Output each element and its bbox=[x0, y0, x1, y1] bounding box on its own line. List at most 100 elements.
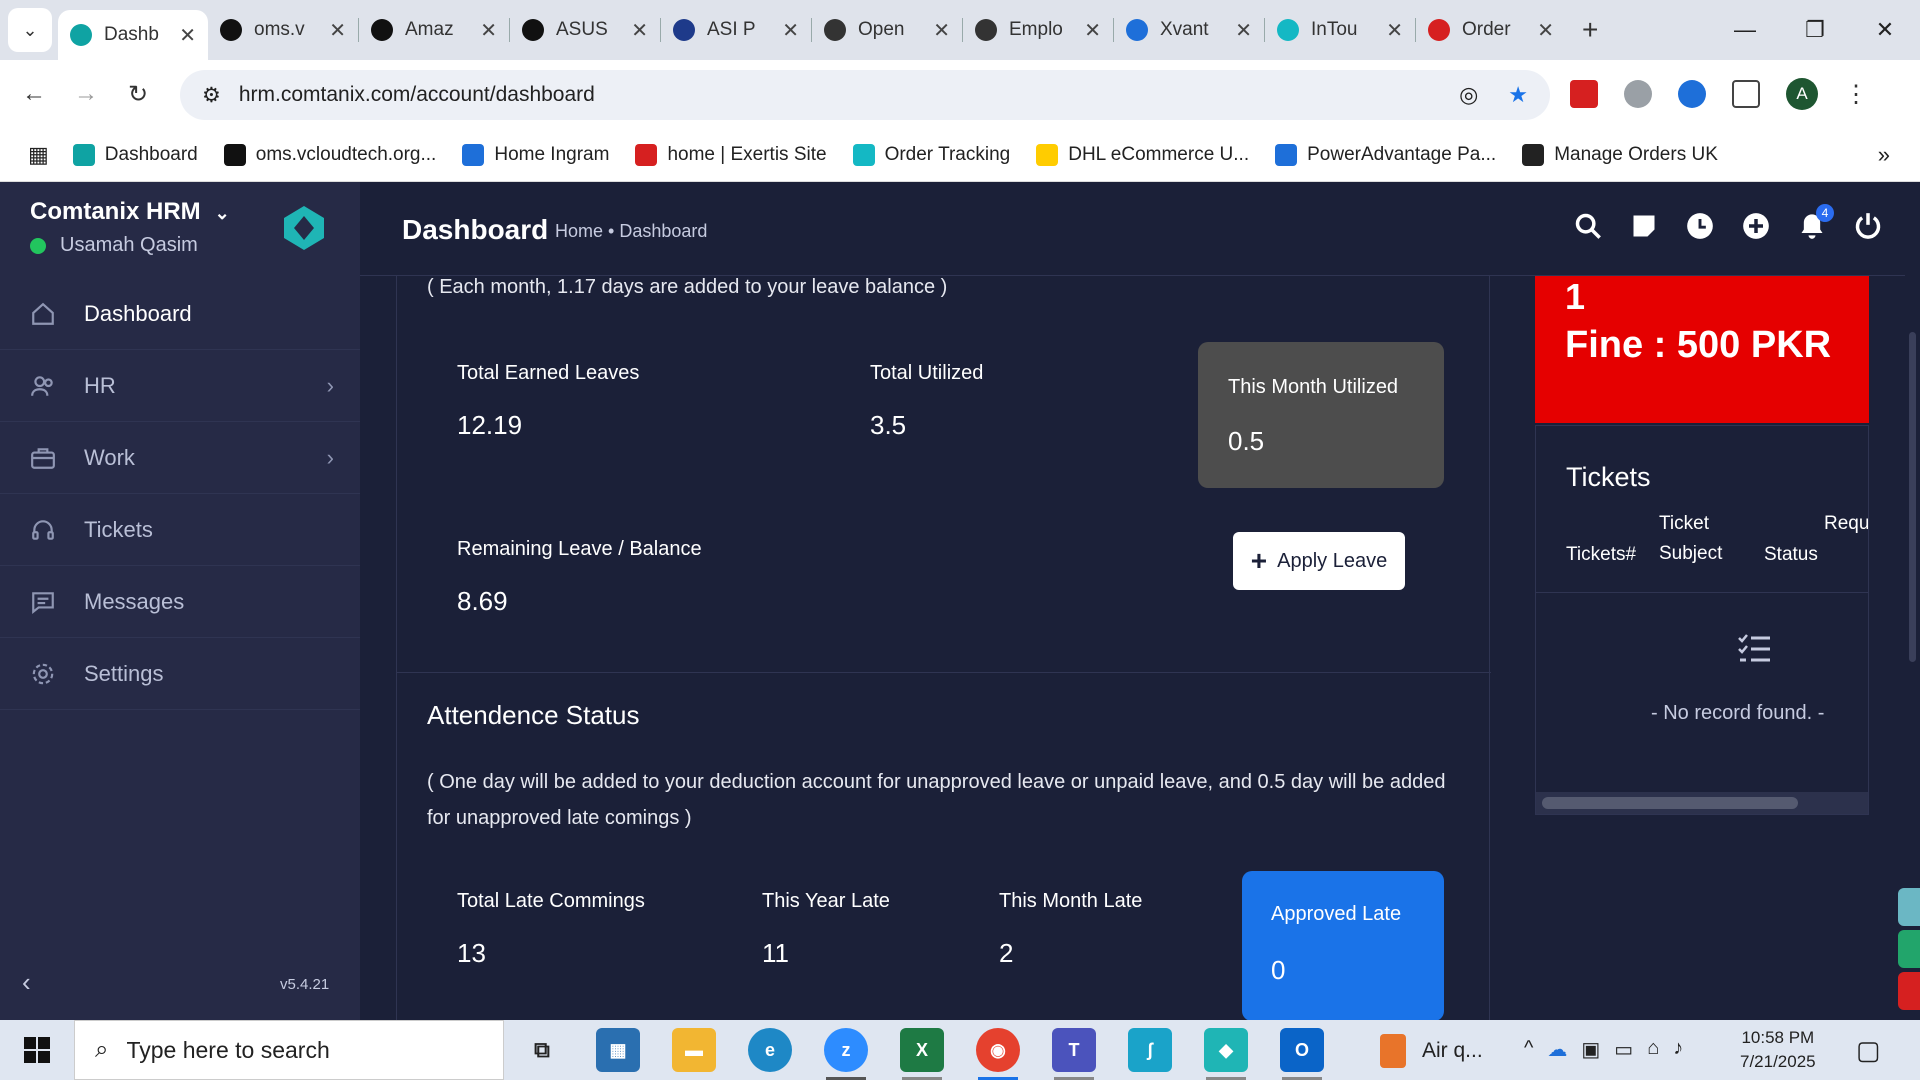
bookmark-item[interactable]: Home Ingram bbox=[462, 143, 609, 166]
start-button[interactable] bbox=[0, 1037, 74, 1063]
browser-tab[interactable]: Open ✕ bbox=[812, 8, 962, 52]
more-bookmarks-icon[interactable]: » bbox=[1878, 142, 1890, 168]
new-tab-button[interactable]: + bbox=[1582, 14, 1598, 46]
apps-grid-icon[interactable]: ▦ bbox=[28, 142, 49, 168]
browser-tab[interactable]: InTou ✕ bbox=[1265, 8, 1415, 52]
scrollbar-thumb[interactable] bbox=[1542, 797, 1798, 809]
close-tab-icon[interactable]: ✕ bbox=[1084, 18, 1101, 43]
col-status[interactable]: Status bbox=[1764, 540, 1818, 570]
month-late-label: This Month Late bbox=[999, 890, 1143, 912]
outlook-icon[interactable]: O bbox=[1280, 1028, 1324, 1080]
sidebar-item-settings[interactable]: Settings bbox=[0, 638, 360, 710]
onedrive-icon[interactable]: ☁ bbox=[1547, 1037, 1567, 1062]
close-tab-icon[interactable]: ✕ bbox=[480, 18, 497, 43]
year-late-label: This Year Late bbox=[762, 890, 890, 912]
close-tab-icon[interactable]: ✕ bbox=[933, 18, 950, 43]
bookmark-item[interactable]: oms.vcloudtech.org... bbox=[223, 143, 436, 166]
side-widget-tab-1[interactable] bbox=[1898, 888, 1920, 926]
close-tab-icon[interactable]: ✕ bbox=[631, 18, 648, 43]
close-tab-icon[interactable]: ✕ bbox=[179, 23, 196, 48]
close-tab-icon[interactable]: ✕ bbox=[782, 18, 799, 43]
eye-off-icon[interactable]: ◎ bbox=[1459, 82, 1478, 108]
chrome-icon[interactable]: ◉ bbox=[976, 1028, 1020, 1080]
site-info-icon[interactable]: ⚙ bbox=[202, 83, 221, 108]
task-view-icon[interactable]: ⧉ bbox=[520, 1028, 564, 1072]
bookmark-item[interactable]: Manage Orders UK bbox=[1522, 143, 1718, 166]
minimize-button[interactable]: — bbox=[1710, 0, 1780, 60]
tab-favicon-icon bbox=[673, 19, 695, 41]
zoom-icon[interactable]: z bbox=[824, 1028, 868, 1080]
horizontal-scrollbar[interactable] bbox=[1536, 792, 1868, 814]
puzzle-icon[interactable] bbox=[1732, 80, 1760, 108]
browser-tab[interactable]: ASUS ✕ bbox=[510, 8, 660, 52]
bookmark-item[interactable]: Dashboard bbox=[72, 143, 198, 166]
notifications-button[interactable]: 4 bbox=[1798, 204, 1834, 240]
tab-favicon-icon bbox=[1428, 19, 1450, 41]
browser-menu-icon[interactable]: ⋮ bbox=[1844, 80, 1868, 109]
volume-icon[interactable]: ♪ bbox=[1673, 1037, 1683, 1062]
col-requested[interactable]: Requ bbox=[1824, 509, 1868, 539]
clock-icon[interactable] bbox=[1686, 212, 1714, 240]
browser-tab[interactable]: Amaz ✕ bbox=[359, 8, 509, 52]
weather-widget[interactable]: Air q... bbox=[1380, 1034, 1483, 1068]
brand-switcher[interactable]: Comtanix HRM ⌄ bbox=[30, 198, 230, 226]
col-tickets-number[interactable]: Tickets# bbox=[1566, 540, 1636, 570]
sidebar-item-work[interactable]: Work › bbox=[0, 422, 360, 494]
teams-icon[interactable]: T bbox=[1052, 1028, 1096, 1080]
url-field[interactable]: ⚙ hrm.comtanix.com/account/dashboard ◎ ★ bbox=[180, 70, 1550, 120]
hrm-app-icon[interactable]: ◆ bbox=[1204, 1028, 1248, 1080]
close-window-button[interactable]: ✕ bbox=[1850, 0, 1920, 60]
sidebar-item-messages[interactable]: Messages bbox=[0, 566, 360, 638]
close-tab-icon[interactable]: ✕ bbox=[1386, 18, 1403, 43]
collapse-sidebar-icon[interactable]: ‹ bbox=[22, 967, 31, 998]
bookmark-star-icon[interactable]: ★ bbox=[1508, 82, 1528, 108]
browser-tab[interactable]: Emplo ✕ bbox=[963, 8, 1113, 52]
close-tab-icon[interactable]: ✕ bbox=[1235, 18, 1252, 43]
taskbar-search[interactable]: ⌕ Type here to search bbox=[74, 1020, 504, 1080]
pdf-extension-icon[interactable] bbox=[1570, 80, 1598, 108]
edge-icon[interactable]: e bbox=[748, 1028, 792, 1072]
globe-extension-icon[interactable] bbox=[1624, 80, 1652, 108]
bookmark-item[interactable]: Order Tracking bbox=[852, 143, 1010, 166]
monitor-icon[interactable]: ▣ bbox=[1581, 1037, 1600, 1062]
system-clock[interactable]: 10:58 PM 7/21/2025 bbox=[1740, 1026, 1816, 1074]
notes-icon[interactable] bbox=[1630, 212, 1658, 240]
close-tab-icon[interactable]: ✕ bbox=[329, 18, 346, 43]
bookmark-item[interactable]: DHL eCommerce U... bbox=[1036, 143, 1249, 166]
excel-icon[interactable]: X bbox=[900, 1028, 944, 1080]
users-icon bbox=[31, 375, 53, 396]
apply-leave-button[interactable]: + Apply Leave bbox=[1233, 532, 1405, 590]
battery-icon[interactable]: ▭ bbox=[1614, 1037, 1633, 1062]
reload-button[interactable]: ↻ bbox=[112, 80, 164, 109]
bookmark-item[interactable]: PowerAdvantage Pa... bbox=[1275, 143, 1496, 166]
profile-avatar[interactable]: A bbox=[1786, 78, 1818, 110]
browser-tab[interactable]: Order ✕ bbox=[1416, 8, 1566, 52]
bookmark-item[interactable]: home | Exertis Site bbox=[635, 143, 827, 166]
vpn-extension-icon[interactable] bbox=[1678, 80, 1706, 108]
sidebar-item-hr[interactable]: HR › bbox=[0, 350, 360, 422]
network-icon[interactable]: ⌂ bbox=[1647, 1037, 1659, 1062]
sidebar-item-dashboard[interactable]: Dashboard bbox=[0, 278, 360, 350]
notification-center-icon[interactable]: ▢ bbox=[1856, 1035, 1881, 1066]
close-tab-icon[interactable]: ✕ bbox=[1537, 18, 1554, 43]
calculator-icon[interactable]: ▦ bbox=[596, 1028, 640, 1072]
search-icon[interactable] bbox=[1574, 212, 1602, 240]
sidebar-item-tickets[interactable]: Tickets bbox=[0, 494, 360, 566]
col-ticket-subject[interactable]: Ticket Subject bbox=[1659, 509, 1722, 569]
browser-tab[interactable]: oms.v ✕ bbox=[208, 8, 358, 52]
restore-button[interactable]: ❐ bbox=[1780, 0, 1850, 60]
power-icon[interactable] bbox=[1854, 212, 1882, 240]
tray-chevron-icon[interactable]: ^ bbox=[1524, 1037, 1533, 1062]
side-widget-tab-2[interactable] bbox=[1898, 930, 1920, 968]
browser-tab[interactable]: Xvant ✕ bbox=[1114, 8, 1264, 52]
file-explorer-icon[interactable]: ▬ bbox=[672, 1028, 716, 1072]
side-widget-tab-3[interactable] bbox=[1898, 972, 1920, 1010]
browser-tab[interactable]: ASI P ✕ bbox=[661, 8, 811, 52]
skype-like-icon[interactable]: ʃ bbox=[1128, 1028, 1172, 1072]
forward-button[interactable]: → bbox=[60, 80, 112, 108]
browser-tab[interactable]: Dashb ✕ bbox=[58, 10, 208, 60]
tab-search-button[interactable]: ⌄ bbox=[8, 8, 52, 52]
back-button[interactable]: ← bbox=[8, 80, 60, 108]
add-circle-icon[interactable] bbox=[1742, 212, 1770, 240]
page-scrollbar-thumb[interactable] bbox=[1909, 332, 1916, 662]
